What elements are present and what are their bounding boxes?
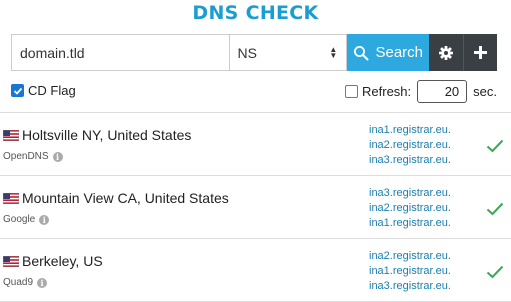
result-answers: ina3.registrar.eu. ina2.registrar.eu. in… (369, 186, 451, 231)
answer-record: ina3.registrar.eu. (369, 280, 451, 292)
checkmark-icon (13, 87, 22, 95)
result-provider: OpenDNS i (3, 151, 63, 162)
provider-name: OpenDNS (3, 151, 49, 162)
answer-record: ina1.registrar.eu. (369, 265, 451, 277)
info-icon[interactable]: i (39, 214, 50, 225)
answer-record: ina2.registrar.eu. (369, 202, 451, 214)
result-row: Holtsville NY, United States OpenDNS i i… (0, 113, 511, 176)
search-button-label: Search (375, 44, 423, 61)
answer-record: ina2.registrar.eu. (369, 250, 451, 262)
page-title: DNS CHECK (192, 2, 319, 24)
record-type-value: NS (237, 44, 257, 61)
refresh-label: Refresh: (362, 83, 412, 99)
answer-record: ina3.registrar.eu. (369, 187, 451, 199)
result-row: Berkeley, US Quad9 i ina2.registrar.eu. … (0, 239, 511, 302)
results-list: Holtsville NY, United States OpenDNS i i… (0, 112, 511, 302)
provider-name: Quad9 (3, 277, 34, 288)
info-icon[interactable]: i (37, 277, 48, 288)
result-location: Berkeley, US (22, 253, 103, 269)
record-type-select[interactable]: NS ▲ ▼ (228, 34, 348, 71)
refresh-interval-input[interactable]: 20 (417, 79, 468, 103)
search-button[interactable]: Search (347, 34, 430, 71)
provider-name: Google (3, 214, 36, 225)
us-flag-icon (3, 130, 19, 141)
answer-record: ina1.registrar.eu. (369, 124, 451, 136)
search-toolbar: NS ▲▼ Search (11, 34, 497, 71)
answer-record: ina2.registrar.eu. (369, 139, 451, 151)
cd-flag-label: CD Flag (28, 83, 76, 98)
plus-icon (474, 46, 488, 59)
options-bar: CD Flag Refresh: 20 sec. (11, 79, 497, 103)
settings-button[interactable] (429, 34, 465, 71)
gear-icon (439, 45, 454, 60)
result-answers: ina1.registrar.eu. ina2.registrar.eu. in… (369, 123, 451, 168)
refresh-checkbox[interactable] (345, 84, 359, 98)
us-flag-icon (3, 193, 19, 204)
domain-input[interactable] (11, 34, 229, 71)
us-flag-icon (3, 256, 19, 267)
search-icon (354, 45, 369, 60)
answer-record: ina1.registrar.eu. (369, 217, 451, 229)
cd-flag-option[interactable]: CD Flag (11, 83, 76, 98)
add-button[interactable] (464, 34, 497, 71)
result-row: Mountain View CA, United States Google i… (0, 176, 511, 239)
result-provider: Google i (3, 214, 50, 225)
answer-record: ina3.registrar.eu. (369, 154, 451, 166)
cd-flag-checkbox[interactable] (11, 84, 24, 97)
result-location: Holtsville NY, United States (22, 127, 192, 143)
success-check-icon (486, 139, 504, 153)
success-check-icon (486, 265, 504, 279)
select-arrows-icon: ▲ ▼ (329, 44, 338, 60)
info-icon[interactable]: i (52, 151, 63, 162)
success-check-icon (486, 202, 504, 216)
refresh-option: Refresh: 20 sec. (345, 79, 497, 103)
result-answers: ina2.registrar.eu. ina1.registrar.eu. in… (369, 249, 451, 294)
result-location: Mountain View CA, United States (22, 190, 229, 206)
result-provider: Quad9 i (3, 277, 48, 288)
refresh-unit: sec. (473, 83, 497, 99)
